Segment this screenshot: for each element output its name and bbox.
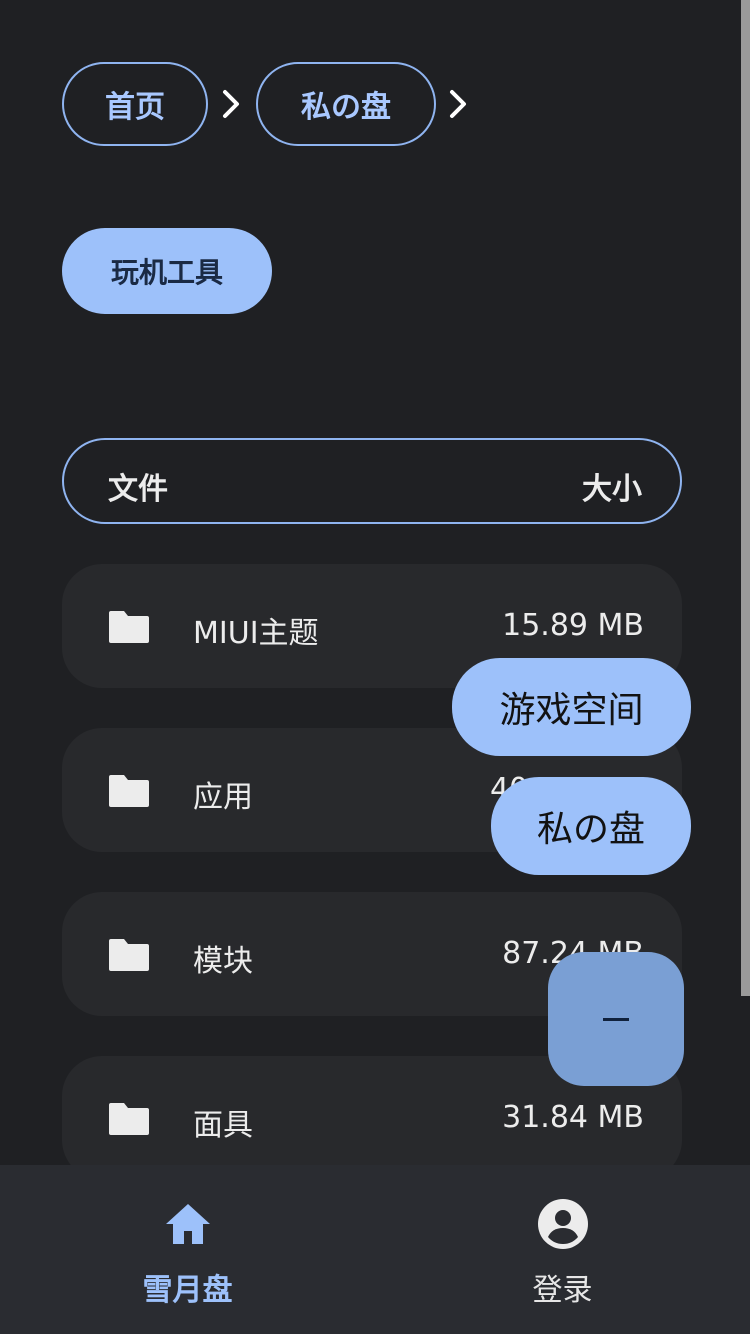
nav-item-home[interactable]: 雪月盘 [0,1165,375,1334]
page: 首页 私の盘 玩机工具 文件 大小 MIUI主题 15.89 MB 应用 40 … [0,0,750,1334]
header-file-label: 文件 [108,472,168,507]
tag-chip-tools[interactable]: 玩机工具 [62,228,272,314]
home-icon [166,1204,210,1244]
fab-menu-game-space[interactable]: 游戏空间 [452,658,691,756]
folder-icon [109,611,149,643]
nav-label-home: 雪月盘 [142,1273,233,1308]
nav-item-login[interactable]: 登录 [375,1165,750,1334]
folder-icon [109,1103,149,1135]
scrollbar[interactable] [741,0,750,996]
fab-collapse-button[interactable] [548,952,684,1086]
folder-icon [109,775,149,807]
fab-menu-my-disk[interactable]: 私の盘 [491,777,691,875]
header-size-label: 大小 [582,472,642,507]
chevron-right-icon [450,90,466,118]
file-name: 模块 [193,944,253,979]
file-size: 31.84 MB [502,1100,644,1135]
folder-icon [109,939,149,971]
breadcrumb-home[interactable]: 首页 [62,62,208,146]
nav-label-login: 登录 [532,1273,593,1308]
file-name: 应用 [193,780,253,815]
breadcrumb-my-disk[interactable]: 私の盘 [256,62,436,146]
file-name: 面具 [193,1108,253,1143]
file-size: 15.89 MB [502,608,644,643]
file-name: MIUI主题 [193,616,319,651]
chevron-right-icon [223,90,239,118]
file-list-header: 文件 大小 [62,438,682,524]
bottom-nav: 雪月盘 登录 [0,1165,750,1334]
account-circle-icon [538,1199,588,1249]
minus-icon [603,1017,629,1021]
